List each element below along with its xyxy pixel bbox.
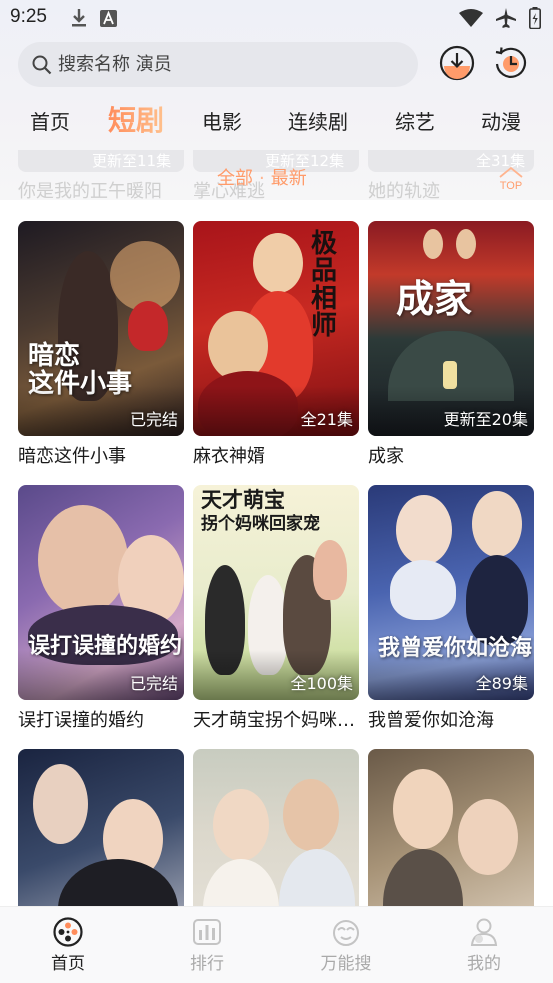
- poster[interactable]: 误打误撞的婚约 已完结: [18, 485, 184, 700]
- filter-separator: ·: [259, 168, 265, 189]
- filter-latest[interactable]: 最新: [271, 168, 307, 189]
- nav-label: 首页: [51, 954, 85, 974]
- drama-card[interactable]: 我曾爱你如沧海 全89集 我曾爱你如沧海: [368, 485, 534, 732]
- drama-card[interactable]: 误打误撞的婚约 已完结 误打误撞的婚约: [18, 485, 184, 732]
- nav-label: 我的: [467, 954, 501, 974]
- chevron-up-icon: [499, 166, 523, 178]
- episode-badge: 更新至11集: [92, 152, 172, 170]
- download-status-icon: [72, 9, 86, 27]
- tab-movie[interactable]: 电影: [202, 106, 242, 135]
- status-badge: 更新至20集: [443, 410, 528, 429]
- status-badge: 全89集: [475, 674, 528, 693]
- tab-short-drama[interactable]: 短剧: [108, 99, 164, 139]
- card-title[interactable]: 我曾爱你如沧海: [368, 706, 534, 732]
- poster[interactable]: [193, 749, 359, 906]
- drama-card[interactable]: [368, 749, 534, 906]
- poster-title-art: 成家: [396, 276, 473, 321]
- tab-anime[interactable]: 动漫: [481, 106, 521, 135]
- poster[interactable]: 天才萌宝 拐个妈咪回家宠 全100集: [193, 485, 359, 700]
- drama-card[interactable]: 天才萌宝拐个妈咪回家宠 全100集 天才萌宝拐个妈咪回家宠: [193, 485, 359, 732]
- download-button[interactable]: [438, 44, 476, 82]
- status-bar: 9:25: [0, 0, 553, 36]
- nav-profile[interactable]: 我的: [444, 917, 524, 974]
- battery-icon: [529, 7, 541, 29]
- status-badge: 全21集: [300, 410, 353, 429]
- status-badge: 全100集: [290, 674, 353, 693]
- nav-universal-search[interactable]: 万能搜: [306, 917, 386, 974]
- card-title[interactable]: 成家: [368, 442, 534, 468]
- a-status-icon: [100, 9, 117, 27]
- poster[interactable]: 极品相师 全21集: [193, 221, 359, 436]
- poster[interactable]: 成家 更新至20集: [368, 221, 534, 436]
- profile-icon: [470, 918, 498, 946]
- card-title[interactable]: 误打误撞的婚约: [18, 706, 184, 732]
- nav-label: 排行: [190, 954, 224, 974]
- drama-card[interactable]: [193, 749, 359, 906]
- status-badge: 已完结: [129, 674, 178, 693]
- filter-all[interactable]: 全部: [217, 168, 253, 189]
- poster[interactable]: [18, 749, 184, 906]
- card-title[interactable]: 天才萌宝拐个妈咪回家宠: [193, 706, 359, 732]
- poster[interactable]: 我曾爱你如沧海 全89集: [368, 485, 534, 700]
- top-label: TOP: [499, 180, 523, 192]
- faded-title: 她的轨迹: [368, 181, 440, 200]
- nav-label: 万能搜: [320, 954, 372, 974]
- tab-home[interactable]: 首页: [30, 106, 70, 135]
- film-reel-icon: [53, 917, 83, 947]
- airplane-mode-icon: [496, 8, 516, 28]
- poster[interactable]: [368, 749, 534, 906]
- category-tabs: 首页 短剧 电影 连续剧 综艺 动漫: [0, 98, 553, 142]
- history-button[interactable]: [492, 44, 530, 82]
- drama-grid: 暗恋 这件小事 已完结 暗恋这件小事 极品相师 全21集 麻衣神婿 成家 更新至2…: [0, 200, 553, 906]
- poster-title-art: 天才萌宝 拐个妈咪回家宠: [201, 487, 320, 535]
- card-title[interactable]: 麻衣神婿: [193, 442, 359, 468]
- back-to-top-button[interactable]: TOP: [495, 163, 527, 192]
- tab-series[interactable]: 连续剧: [288, 106, 348, 135]
- drama-card[interactable]: 暗恋 这件小事 已完结 暗恋这件小事: [18, 221, 184, 468]
- drama-card[interactable]: [18, 749, 184, 906]
- nav-ranking[interactable]: 排行: [167, 917, 247, 974]
- drama-card[interactable]: 极品相师 全21集 麻衣神婿: [193, 221, 359, 468]
- ranking-icon: [193, 919, 221, 945]
- search-input[interactable]: [58, 54, 378, 75]
- search-mascot-icon: [333, 920, 359, 946]
- card-title[interactable]: 暗恋这件小事: [18, 442, 184, 468]
- faded-title: 你是我的正午暖阳: [18, 181, 162, 200]
- search-icon: [32, 55, 52, 74]
- drama-card[interactable]: 成家 更新至20集 成家: [368, 221, 534, 468]
- nav-home[interactable]: 首页: [28, 917, 108, 974]
- poster[interactable]: 暗恋 这件小事 已完结: [18, 221, 184, 436]
- search-bar[interactable]: [18, 42, 418, 87]
- status-badge: 已完结: [129, 410, 178, 429]
- tab-variety[interactable]: 综艺: [395, 106, 435, 135]
- poster-title-art: 极品相师: [311, 229, 338, 341]
- bottom-nav: 首页 排行 万能搜 我的: [0, 906, 553, 983]
- wifi-icon: [459, 9, 483, 27]
- status-time: 9:25: [10, 6, 47, 27]
- filter-bar: 全部 · 最新: [217, 164, 307, 190]
